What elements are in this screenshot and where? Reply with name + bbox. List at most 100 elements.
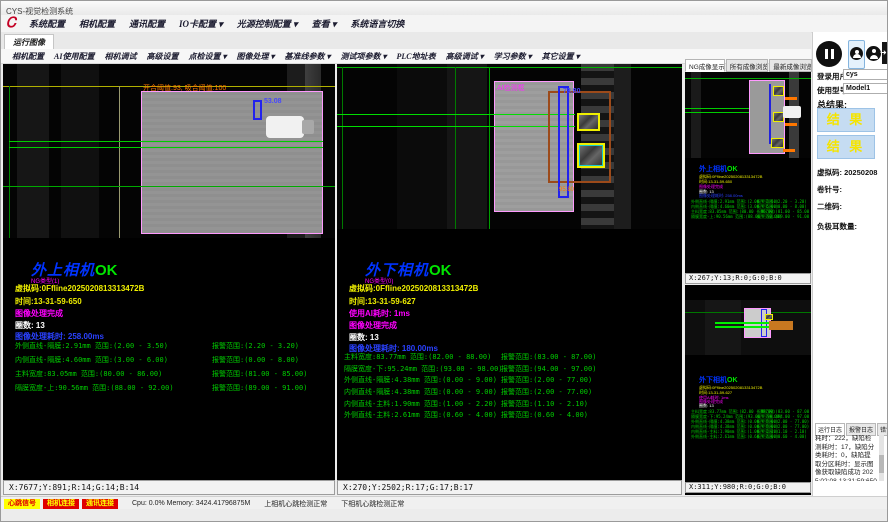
measure-line-green — [9, 147, 323, 148]
model-field[interactable]: Model1 — [843, 83, 888, 94]
measure-box-blue — [558, 86, 569, 198]
login-user-field[interactable]: cys — [843, 69, 888, 80]
toolbar-item[interactable]: 图像处理 ▾ — [231, 51, 279, 62]
pixel-status-bar: X:270;Y:2502;R:17;G:17;B:17 — [337, 480, 682, 495]
log-text: 耗时：222，缺陷检测耗时：17，缺陷分类耗时：0，缺陷提取分区耗时：显示图像获… — [815, 435, 877, 481]
menu-item[interactable]: 通讯配置 — [122, 17, 172, 30]
camera-name: 外上相机 — [699, 166, 727, 173]
tab-strip: 运行图像 — [1, 32, 811, 50]
measure-value-label: 73.80 — [563, 88, 581, 95]
machine-band — [614, 64, 631, 229]
turn-count: 圈数: 13 — [349, 332, 379, 343]
needle-no-label: 卷针号: — [817, 184, 842, 195]
mini-image-bottom — [685, 300, 811, 355]
tab-detect-box — [577, 143, 605, 168]
menu-items: 系统配置相机配置通讯配置IO卡配置 ▾光源控制配置 ▾查看 ▾系统语言切换 — [22, 17, 411, 30]
reference-line-green — [342, 67, 343, 229]
menu-item[interactable]: 系统语言切换 — [343, 17, 411, 30]
toolbar-item[interactable]: PLC地址表 — [392, 51, 441, 62]
app-window: CYS-视觉检测系统 Ꮯ 系统配置相机配置通讯配置IO卡配置 ▾光源控制配置 ▾… — [0, 0, 888, 522]
measurement-row: 外侧直线-主料:2.61mm 范围:(0.60 - 4.00)报警范围:(0.6… — [691, 434, 809, 439]
machine-band — [61, 64, 99, 238]
qr-code-label: 二维码: — [817, 201, 842, 212]
mini-view-tab[interactable]: NG成像显示 — [685, 59, 725, 72]
virtual-code: 虚拟码:0Ffline2025020813313472B — [349, 283, 478, 294]
operator-icon-button[interactable] — [866, 46, 881, 61]
camera-name: 外下相机 — [699, 377, 727, 384]
mini-view-bottom[interactable]: 外下相机OK 虚拟码:0Ffline2025020813313472B 时间:1… — [685, 285, 811, 495]
status-badge: 相机连接 — [43, 499, 79, 509]
process-done: 图像处理完成 — [15, 308, 63, 319]
measure-value-label: 95.80 — [559, 186, 574, 194]
toolbar-item[interactable]: 测试项参数 ▾ — [336, 51, 392, 62]
reference-line-green — [337, 67, 682, 68]
toolbar-item[interactable]: 点检设置 ▾ — [183, 51, 231, 62]
ai-elapsed: 使用AI耗时: 1ms — [349, 308, 410, 319]
menu-item[interactable]: 相机配置 — [72, 17, 122, 30]
status-badges: 心跳信号相机连接通讯连接 — [1, 499, 118, 509]
camera-image-lower[interactable]: AI检测框 73.80 95.80 — [337, 64, 682, 229]
toolbar-item[interactable]: 相机调试 — [99, 51, 141, 62]
ai-box-label: AI检测框 — [497, 83, 525, 93]
mini-image-top — [685, 72, 811, 158]
menu-item[interactable]: 光源控制配置 ▾ — [230, 17, 305, 30]
toolbar-item[interactable]: 学习参数 ▾ — [489, 51, 537, 62]
annotation-label — [785, 123, 797, 126]
measure-line-green — [337, 114, 575, 115]
toolbar-item[interactable]: 高级调试 ▾ — [441, 51, 489, 62]
capture-time: 时间:13-31-59-627 — [349, 296, 416, 307]
reference-line-green — [455, 67, 456, 229]
pixel-status-bar: X:267;Y:13;R:0;G:0;B:0 — [685, 273, 811, 284]
pixel-status-bar: X:7677;Y:891;R:14;G:14;B:14 — [3, 480, 335, 495]
mini-view-tab[interactable]: 最新成像浏览 — [769, 59, 812, 72]
measure-line-green — [9, 141, 323, 142]
toolbar-item[interactable]: 相机配置 — [7, 51, 49, 62]
status-bar: 心跳信号相机连接通讯连接 Cpu: 0.0% Memory: 3424.4179… — [1, 496, 888, 510]
measurement-row: 内侧直线-隔膜:4.38mm 范围:(0.00 - 9.00)报警范围:(2.0… — [344, 388, 678, 400]
tab-connector — [783, 106, 801, 118]
measurement-row: 内侧直线-隔膜:4.60mm 范围:(3.00 - 6.00)报警范围:(0.0… — [15, 355, 331, 369]
tab-detect-box — [771, 138, 784, 148]
tab-run-image[interactable]: 运行图像 — [4, 34, 54, 49]
exit-button[interactable]: ➜ — [882, 42, 888, 64]
turn-count: 圈数: 13 — [15, 320, 45, 331]
toolbar-item[interactable]: 高级设置 — [141, 51, 183, 62]
menu-item[interactable]: 查看 ▾ — [305, 17, 344, 30]
mini-view-tab[interactable]: 所有成像浏览 — [726, 59, 769, 72]
machine-band — [17, 64, 49, 238]
toolbar-item[interactable]: 基准线参数 ▾ — [279, 51, 335, 62]
window-bottom-fill — [1, 509, 888, 522]
measure-line-green — [685, 112, 749, 113]
measurement-rows: 外侧直线-隔膜:2.91mm 范围:(2.00 - 3.50)报警范围:(2.2… — [15, 341, 331, 397]
pause-button[interactable] — [816, 41, 842, 67]
measurement-row: 隔膜宽度-上:90.56mm 范围:(88.00 - 92.00)报警范围:(8… — [691, 214, 809, 219]
tab-connector-tip — [302, 120, 314, 134]
user-button[interactable] — [848, 40, 865, 69]
neg-tab-count-label: 负极耳数量: — [817, 221, 857, 232]
toolbar-item[interactable]: 其它设置 ▾ — [537, 51, 585, 62]
measurement-row: 隔膜宽度-下:95.24mm 范围:(93.00 - 98.00)报警范围:(9… — [344, 365, 678, 377]
result-ok: OK — [95, 262, 118, 279]
titlebar: CYS-视觉检测系统 — [1, 1, 888, 16]
measurement-row: 主料宽度:83.77mm 范围:(82.00 - 88.00)报警范围:(83.… — [344, 353, 678, 365]
measure-line-green — [337, 126, 575, 127]
camera-image-upper[interactable]: 开合阈值:93, 吸合阈值:100 53.08 — [3, 64, 335, 238]
machine-band — [397, 64, 447, 229]
toolbar-item[interactable]: AI使用配置 — [49, 51, 99, 62]
measurement-rows: 主料宽度:83.77mm 范围:(82.00 - 88.00)报警范围:(83.… — [691, 409, 809, 439]
measure-line-green — [715, 322, 769, 324]
process-done: 图像处理完成 — [349, 320, 397, 331]
log-scrollbar[interactable] — [879, 435, 884, 481]
mini-view-top[interactable]: 外上相机OK 虚拟码:0Ffline2025020813313472B 时间:1… — [685, 72, 811, 284]
virtual-code-value: 20250208 — [844, 168, 877, 177]
menubar: Ꮯ 系统配置相机配置通讯配置IO卡配置 ▾光源控制配置 ▾查看 ▾系统语言切换 — [1, 15, 888, 33]
menu-item[interactable]: IO卡配置 ▾ — [172, 17, 230, 30]
result-box-upper[interactable]: 结 果 — [817, 108, 875, 132]
status-badge: 心跳信号 — [4, 499, 40, 509]
measurement-row: 主料宽度:83.05mm 范围:(80.00 - 86.00)报警范围:(81.… — [15, 369, 331, 383]
reference-line — [119, 86, 120, 238]
measurement-rows: 主料宽度:83.77mm 范围:(82.00 - 88.00)报警范围:(83.… — [344, 353, 678, 423]
menu-item[interactable]: 系统配置 — [22, 17, 72, 30]
result-box-lower[interactable]: 结 果 — [817, 135, 875, 159]
machine-band — [447, 64, 487, 229]
